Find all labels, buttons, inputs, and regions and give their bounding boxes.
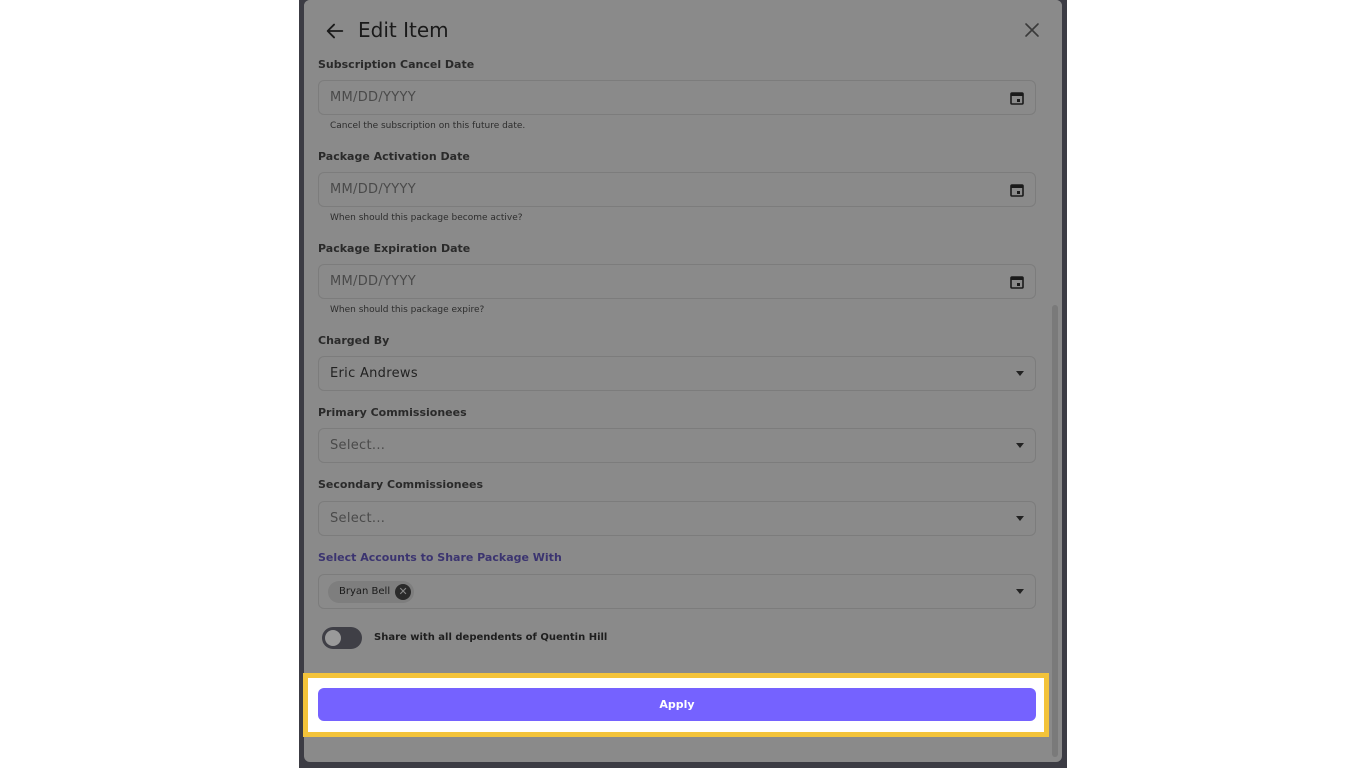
activation-date-label: Package Activation Date bbox=[318, 150, 470, 163]
charged-by-value: Eric Andrews bbox=[330, 366, 418, 381]
charged-by-label: Charged By bbox=[318, 334, 390, 347]
chevron-down-icon[interactable] bbox=[1016, 516, 1024, 521]
activation-date-input[interactable]: MM/DD/YYYY bbox=[318, 172, 1036, 207]
secondary-commissionees-label: Secondary Commissionees bbox=[318, 478, 484, 491]
share-accounts-select[interactable]: Bryan Bell ✕ bbox=[318, 574, 1036, 609]
chevron-down-icon[interactable] bbox=[1016, 589, 1024, 594]
secondary-commissionees-select[interactable]: Select... bbox=[318, 501, 1036, 536]
expiration-date-helper: When should this package expire? bbox=[330, 305, 485, 315]
cancel-date-input[interactable]: MM/DD/YYYY bbox=[318, 80, 1036, 115]
primary-commissionees-placeholder: Select... bbox=[330, 438, 386, 453]
share-dependents-label: Share with all dependents of Quentin Hil… bbox=[374, 632, 608, 643]
cancel-date-placeholder: MM/DD/YYYY bbox=[330, 90, 416, 105]
chevron-down-icon[interactable] bbox=[1016, 371, 1024, 376]
cancel-date-label: Subscription Cancel Date bbox=[318, 58, 475, 71]
share-accounts-label: Select Accounts to Share Package With bbox=[318, 551, 562, 564]
expiration-date-label: Package Expiration Date bbox=[318, 242, 471, 255]
calendar-icon[interactable] bbox=[1009, 90, 1025, 106]
share-dependents-toggle[interactable] bbox=[322, 627, 362, 649]
dialog-title: Edit Item bbox=[358, 18, 449, 42]
calendar-icon[interactable] bbox=[1009, 274, 1025, 290]
expiration-date-input[interactable]: MM/DD/YYYY bbox=[318, 264, 1036, 299]
close-icon[interactable] bbox=[1024, 22, 1040, 38]
account-chip-label: Bryan Bell bbox=[339, 586, 391, 597]
secondary-commissionees-placeholder: Select... bbox=[330, 511, 386, 526]
account-chip: Bryan Bell ✕ bbox=[328, 581, 415, 603]
arrow-left-icon[interactable] bbox=[324, 20, 346, 42]
activation-date-placeholder: MM/DD/YYYY bbox=[330, 182, 416, 197]
activation-date-helper: When should this package become active? bbox=[330, 213, 523, 223]
primary-commissionees-select[interactable]: Select... bbox=[318, 428, 1036, 463]
remove-chip-icon[interactable]: ✕ bbox=[395, 584, 412, 600]
primary-commissionees-label: Primary Commissionees bbox=[318, 406, 467, 419]
dialog-header: Edit Item bbox=[304, 0, 1062, 62]
expiration-date-placeholder: MM/DD/YYYY bbox=[330, 274, 416, 289]
cancel-date-helper: Cancel the subscription on this future d… bbox=[330, 121, 526, 131]
chevron-down-icon[interactable] bbox=[1016, 443, 1024, 448]
apply-button[interactable]: Apply bbox=[318, 688, 1036, 721]
charged-by-select[interactable]: Eric Andrews bbox=[318, 356, 1036, 391]
edit-item-dialog: Edit Item Subscription Cancel Date MM/DD… bbox=[304, 0, 1062, 762]
toggle-knob bbox=[325, 630, 341, 646]
scrollbar-thumb[interactable] bbox=[1052, 305, 1058, 757]
calendar-icon[interactable] bbox=[1009, 182, 1025, 198]
